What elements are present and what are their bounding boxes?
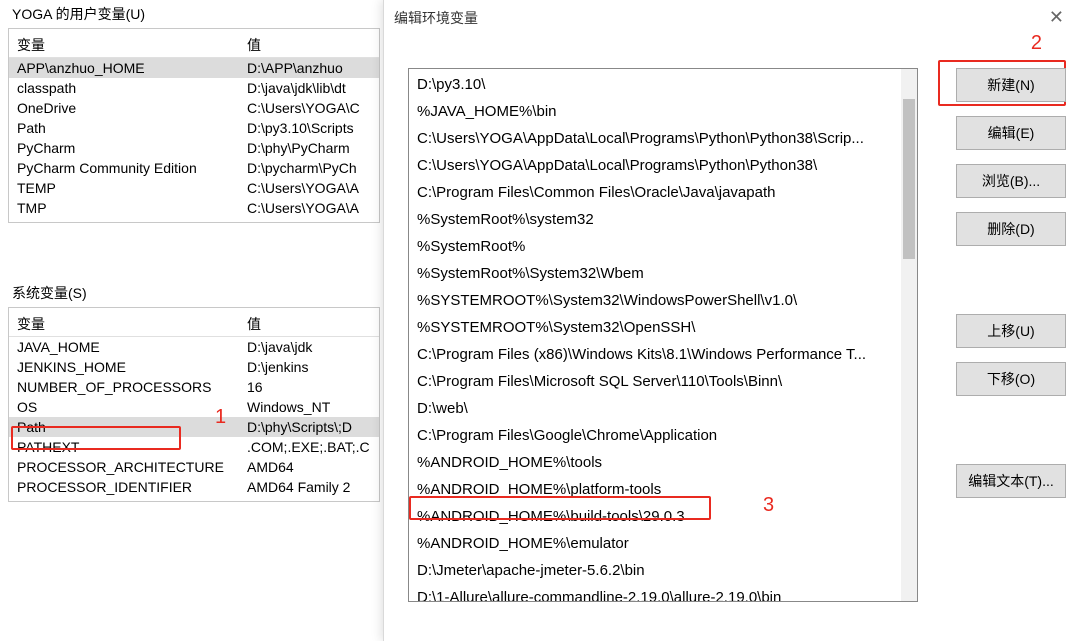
edit-text-button[interactable]: 编辑文本(T)... <box>956 464 1066 498</box>
new-button[interactable]: 新建(N) <box>956 68 1066 102</box>
table-row[interactable]: TEMPC:\Users\YOGA\A <box>9 178 379 198</box>
var-value: D:\phy\Scripts\;D <box>239 417 379 437</box>
var-value: C:\Users\YOGA\C <box>239 98 379 118</box>
edit-button[interactable]: 编辑(E) <box>956 116 1066 150</box>
var-value: .COM;.EXE;.BAT;.C <box>239 437 379 457</box>
table-row[interactable]: JAVA_HOMED:\java\jdk <box>9 337 379 358</box>
list-item[interactable]: D:\1-Allure\allure-commandline-2.19.0\al… <box>409 584 917 602</box>
list-item[interactable]: %SystemRoot% <box>409 233 917 260</box>
table-row[interactable]: JENKINS_HOMED:\jenkins <box>9 357 379 377</box>
table-row[interactable]: PyCharm Community EditionD:\pycharm\PyCh <box>9 158 379 178</box>
var-name: OS <box>9 397 239 417</box>
edit-path-dialog: 编辑环境变量 ✕ 2 D:\py3.10\%JAVA_HOME%\binC:\U… <box>383 0 1080 641</box>
list-item[interactable]: %SYSTEMROOT%\System32\OpenSSH\ <box>409 314 917 341</box>
var-name: PyCharm <box>9 138 239 158</box>
var-value: Windows_NT <box>239 397 379 417</box>
list-item[interactable]: %ANDROID_HOME%\tools <box>409 449 917 476</box>
table-row[interactable]: classpathD:\java\jdk\lib\dt <box>9 78 379 98</box>
var-value: C:\Users\YOGA\A <box>239 198 379 218</box>
sys-vars-table-box: 变量 值 JAVA_HOMED:\java\jdkJENKINS_HOMED:\… <box>8 307 380 502</box>
var-value: D:\jenkins <box>239 357 379 377</box>
user-vars-header-val[interactable]: 值 <box>239 33 379 58</box>
table-row[interactable]: PROCESSOR_ARCHITECTUREAMD64 <box>9 457 379 477</box>
var-name: PROCESSOR_ARCHITECTURE <box>9 457 239 477</box>
list-item[interactable]: D:\py3.10\ <box>409 71 917 98</box>
table-row[interactable]: PROCESSOR_IDENTIFIERAMD64 Family 2 <box>9 477 379 497</box>
user-vars-table: 变量 值 APP\anzhuo_HOMED:\APP\anzhuoclasspa… <box>9 33 379 218</box>
list-item[interactable]: %JAVA_HOME%\bin <box>409 98 917 125</box>
sys-vars-table: 变量 值 JAVA_HOMED:\java\jdkJENKINS_HOMED:\… <box>9 312 379 497</box>
var-value: 16 <box>239 377 379 397</box>
scrollbar[interactable] <box>901 69 917 601</box>
dialog-titlebar[interactable]: 编辑环境变量 ✕ <box>384 0 1080 36</box>
table-row[interactable]: PATHEXT.COM;.EXE;.BAT;.C <box>9 437 379 457</box>
var-name: Path <box>9 118 239 138</box>
sys-vars-header-val[interactable]: 值 <box>239 312 379 337</box>
list-item[interactable]: C:\Program Files\Microsoft SQL Server\11… <box>409 368 917 395</box>
table-row[interactable]: APP\anzhuo_HOMED:\APP\anzhuo <box>9 58 379 79</box>
table-row[interactable]: TMPC:\Users\YOGA\A <box>9 198 379 218</box>
list-item[interactable]: C:\Users\YOGA\AppData\Local\Programs\Pyt… <box>409 152 917 179</box>
var-value: C:\Users\YOGA\A <box>239 178 379 198</box>
list-item[interactable]: %SystemRoot%\System32\Wbem <box>409 260 917 287</box>
table-row[interactable]: PathD:\phy\Scripts\;D <box>9 417 379 437</box>
var-value: D:\java\jdk <box>239 337 379 358</box>
var-name: OneDrive <box>9 98 239 118</box>
table-row[interactable]: PyCharmD:\phy\PyCharm <box>9 138 379 158</box>
list-item[interactable]: %ANDROID_HOME%\build-tools\29.0.3 <box>409 503 917 530</box>
table-row[interactable]: PathD:\py3.10\Scripts <box>9 118 379 138</box>
var-value: AMD64 <box>239 457 379 477</box>
var-value: AMD64 Family 2 <box>239 477 379 497</box>
var-value: D:\APP\anzhuo <box>239 58 379 79</box>
list-item[interactable]: %ANDROID_HOME%\emulator <box>409 530 917 557</box>
list-item[interactable]: C:\Program Files (x86)\Windows Kits\8.1\… <box>409 341 917 368</box>
list-item[interactable]: C:\Users\YOGA\AppData\Local\Programs\Pyt… <box>409 125 917 152</box>
var-name: Path <box>9 417 239 437</box>
var-name: NUMBER_OF_PROCESSORS <box>9 377 239 397</box>
var-name: TMP <box>9 198 239 218</box>
browse-button[interactable]: 浏览(B)... <box>956 164 1066 198</box>
var-value: D:\phy\PyCharm <box>239 138 379 158</box>
var-value: D:\java\jdk\lib\dt <box>239 78 379 98</box>
list-item[interactable]: D:\web\ <box>409 395 917 422</box>
table-row[interactable]: OneDriveC:\Users\YOGA\C <box>9 98 379 118</box>
var-name: TEMP <box>9 178 239 198</box>
delete-button[interactable]: 删除(D) <box>956 212 1066 246</box>
scrollbar-thumb[interactable] <box>903 99 915 259</box>
var-name: classpath <box>9 78 239 98</box>
var-value: D:\py3.10\Scripts <box>239 118 379 138</box>
var-name: APP\anzhuo_HOME <box>9 58 239 79</box>
var-name: PROCESSOR_IDENTIFIER <box>9 477 239 497</box>
path-list[interactable]: D:\py3.10\%JAVA_HOME%\binC:\Users\YOGA\A… <box>408 68 918 602</box>
var-name: JENKINS_HOME <box>9 357 239 377</box>
move-up-button[interactable]: 上移(U) <box>956 314 1066 348</box>
user-vars-header-var[interactable]: 变量 <box>9 33 239 58</box>
var-value: D:\pycharm\PyCh <box>239 158 379 178</box>
sys-vars-header-var[interactable]: 变量 <box>9 312 239 337</box>
list-item[interactable]: C:\Program Files\Common Files\Oracle\Jav… <box>409 179 917 206</box>
var-name: PATHEXT <box>9 437 239 457</box>
dialog-title: 编辑环境变量 <box>394 8 478 28</box>
table-row[interactable]: NUMBER_OF_PROCESSORS16 <box>9 377 379 397</box>
move-down-button[interactable]: 下移(O) <box>956 362 1066 396</box>
close-icon[interactable]: ✕ <box>1039 4 1074 30</box>
table-row[interactable]: OSWindows_NT <box>9 397 379 417</box>
list-item[interactable]: C:\Program Files\Google\Chrome\Applicati… <box>409 422 917 449</box>
list-item[interactable]: %SYSTEMROOT%\System32\WindowsPowerShell\… <box>409 287 917 314</box>
var-name: JAVA_HOME <box>9 337 239 358</box>
list-item[interactable]: D:\Jmeter\apache-jmeter-5.6.2\bin <box>409 557 917 584</box>
user-vars-table-box: 变量 值 APP\anzhuo_HOMED:\APP\anzhuoclasspa… <box>8 28 380 223</box>
list-item[interactable]: %SystemRoot%\system32 <box>409 206 917 233</box>
list-item[interactable]: %ANDROID_HOME%\platform-tools <box>409 476 917 503</box>
var-name: PyCharm Community Edition <box>9 158 239 178</box>
